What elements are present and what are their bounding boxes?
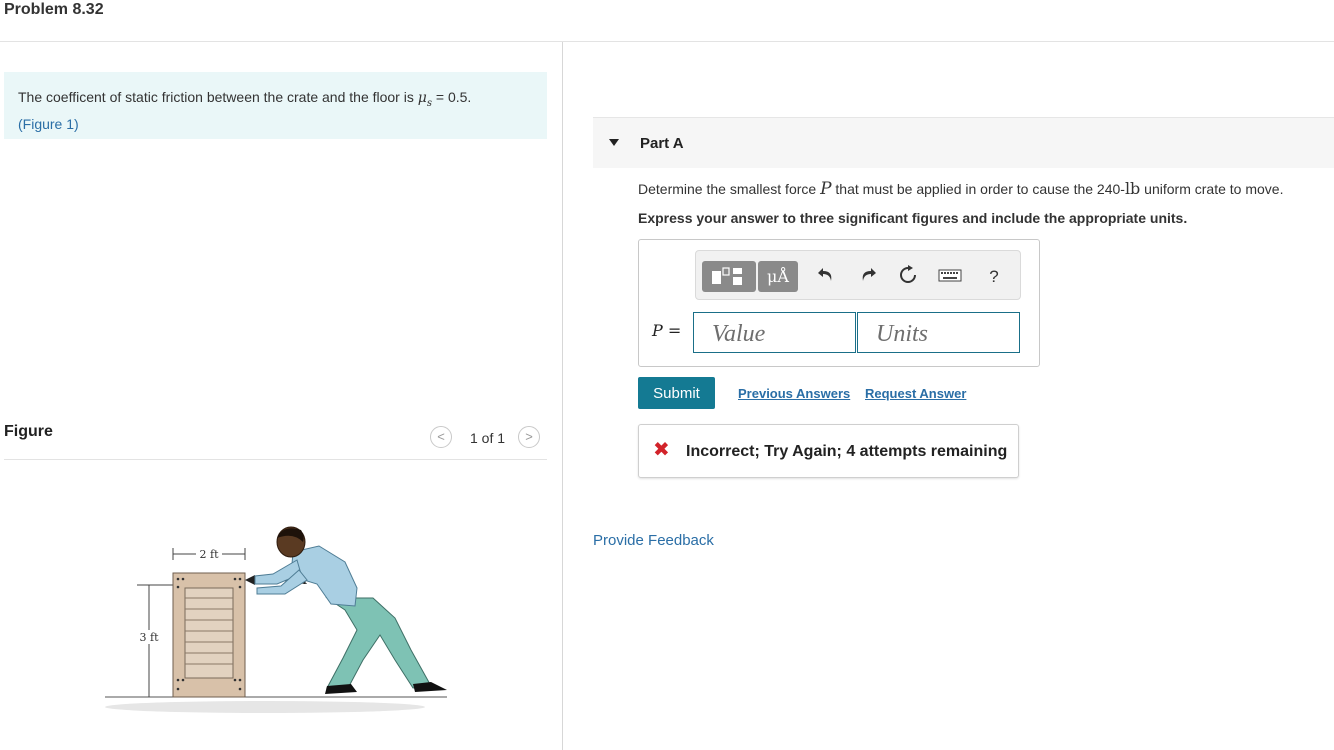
part-a-title: Part A xyxy=(640,135,684,152)
undo-button[interactable] xyxy=(814,265,838,289)
mu-symbol: μs xyxy=(417,90,432,109)
previous-figure-button[interactable]: < xyxy=(430,426,452,448)
figure-label: Figure xyxy=(4,423,53,440)
question-before: Determine the smallest force xyxy=(638,181,821,197)
templates-icon xyxy=(712,267,742,285)
feedback-message-box: ✖ Incorrect; Try Again; 4 attempts remai… xyxy=(638,424,1019,478)
question-unit: lb xyxy=(1124,179,1141,198)
submit-button[interactable]: Submit xyxy=(638,377,715,409)
feedback-message: Incorrect; Try Again; 4 attempts remaini… xyxy=(686,443,1008,460)
intro-text-after: = 0.5. xyxy=(432,89,472,105)
intro-text-before: The coefficent of static friction betwee… xyxy=(18,89,418,105)
value-input[interactable] xyxy=(693,312,856,353)
undo-icon xyxy=(818,268,832,281)
problem-header: Problem 8.32 xyxy=(0,0,1334,42)
right-column: Part A Determine the smallest force P th… xyxy=(563,42,1334,750)
question-middle: that must be applied in order to cause t… xyxy=(831,181,1125,197)
units-input[interactable] xyxy=(857,312,1020,353)
problem-intro: The coefficent of static friction betwee… xyxy=(4,72,547,139)
previous-answers-link[interactable]: Previous Answers xyxy=(738,386,850,401)
question-symbol: P xyxy=(820,179,832,199)
x-icon: ✖ xyxy=(653,439,670,461)
height-dimension-label: 3 ft xyxy=(140,631,160,644)
question-after: uniform crate to move. xyxy=(1140,181,1284,197)
request-answer-link[interactable]: Request Answer xyxy=(865,386,966,401)
figure-header: Figure < 1 of 1 > xyxy=(4,415,547,460)
question-text: Determine the smallest force P that must… xyxy=(638,179,1283,199)
answer-equals: = xyxy=(662,321,682,340)
force-arrowhead xyxy=(245,575,255,585)
units-button[interactable]: μÅ xyxy=(758,261,798,292)
redo-button[interactable] xyxy=(856,265,880,289)
math-toolbar: μÅ ? xyxy=(695,250,1021,300)
crate-figure: 2 ft 3 ft P xyxy=(105,526,447,713)
part-a-header[interactable]: Part A xyxy=(593,117,1334,168)
provide-feedback-link[interactable]: Provide Feedback xyxy=(593,532,714,549)
redo-icon xyxy=(862,268,876,281)
answer-variable: P xyxy=(652,321,663,340)
figure-pager-count: 1 of 1 xyxy=(470,430,506,446)
next-figure-button[interactable]: > xyxy=(518,426,540,448)
mu-letter: μ xyxy=(417,90,427,106)
keyboard-icon xyxy=(938,269,962,282)
reset-icon xyxy=(900,265,916,283)
width-dimension-label: 2 ft xyxy=(200,548,220,561)
templates-button[interactable] xyxy=(702,261,756,292)
answer-variable-label: P = xyxy=(652,321,681,340)
floor-shadow xyxy=(105,701,425,713)
figure-link[interactable]: (Figure 1) xyxy=(18,116,79,132)
collapse-caret-icon[interactable] xyxy=(609,139,619,146)
keyboard-button[interactable] xyxy=(938,265,962,289)
answer-box: μÅ ? P = xyxy=(638,239,1040,367)
answer-instruction: Express your answer to three significant… xyxy=(638,210,1188,226)
reset-button[interactable] xyxy=(896,265,920,289)
problem-title: Problem 8.32 xyxy=(4,1,104,18)
intro-text: The coefficent of static friction betwee… xyxy=(18,87,471,134)
help-button[interactable]: ? xyxy=(982,265,1006,289)
pushing-person xyxy=(254,526,447,694)
